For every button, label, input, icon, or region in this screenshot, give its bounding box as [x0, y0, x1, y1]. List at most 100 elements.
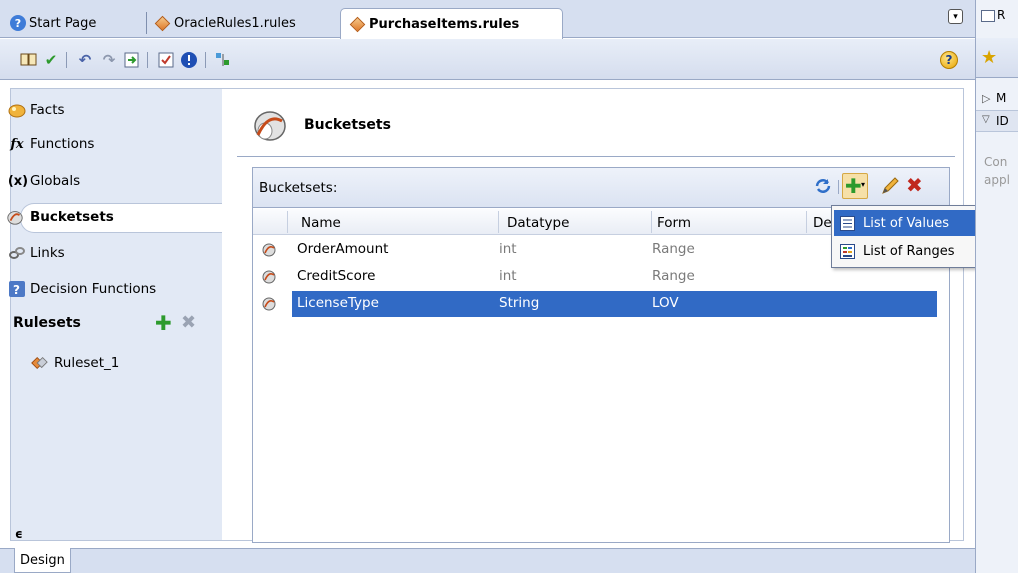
cell-name: CreditScore	[297, 268, 376, 284]
sidebar-item-links[interactable]: Links	[9, 242, 65, 264]
tab-label: PurchaseItems.rules	[369, 16, 520, 32]
list-of-values-icon	[840, 215, 855, 231]
tab-design[interactable]: Design	[14, 548, 71, 573]
globals-icon: (x)	[7, 173, 29, 189]
page-title: Bucketsets	[304, 117, 391, 133]
cell-form: Range	[652, 268, 695, 284]
delete-icon[interactable]: ✖	[906, 174, 923, 196]
dictionary-icon[interactable]	[20, 51, 38, 69]
column-header-description[interactable]: De	[813, 215, 832, 231]
add-icon: ✚	[845, 174, 862, 198]
editor-tab-strip: ? Start Page OracleRules1.rules Purchase…	[0, 0, 975, 39]
collapse-sidebar-icon[interactable]: ϵ	[15, 527, 23, 541]
sidebar-item-decision-functions[interactable]: ? Decision Functions	[9, 278, 157, 300]
editor-bottom-tabs	[0, 548, 975, 573]
cell-datatype: int	[499, 268, 517, 284]
right-toolbar: ★	[976, 38, 1018, 78]
tree-node-row[interactable]: ▽ ID	[976, 110, 1018, 132]
hint-text-fragment: appl	[984, 173, 1010, 187]
cell-form: LOV	[652, 295, 679, 311]
toolbar-separator	[66, 52, 67, 68]
menu-item-label: List of Ranges	[863, 243, 955, 259]
links-icon	[8, 244, 26, 262]
expand-icon[interactable]: ▷	[982, 92, 990, 105]
hint-text-fragment: Con	[984, 155, 1008, 169]
column-separator	[498, 211, 499, 233]
info-icon[interactable]	[180, 51, 198, 69]
help-circle-icon: ?	[10, 15, 26, 31]
column-header-datatype[interactable]: Datatype	[507, 215, 569, 231]
tab-label: Start Page	[29, 15, 97, 31]
sidebar-item-label: Decision Functions	[30, 281, 157, 297]
title-divider	[237, 156, 955, 157]
bucketsets-icon	[6, 208, 24, 226]
bucketsets-large-icon	[250, 105, 288, 145]
cell-form: Range	[652, 241, 695, 257]
tab-start-page[interactable]: ? Start Page	[2, 8, 104, 38]
add-dropdown-button[interactable]: ✚ ▾	[842, 173, 868, 199]
decision-functions-icon: ?	[8, 280, 26, 298]
refresh-icon[interactable]	[813, 176, 833, 196]
bucketset-row-icon	[261, 268, 277, 284]
new-folder-icon[interactable]: ★	[981, 47, 997, 68]
redo-icon[interactable]: ↷	[100, 51, 118, 69]
cell-name: OrderAmount	[297, 241, 389, 257]
export-icon[interactable]	[123, 51, 141, 69]
sidebar-item-label: Links	[30, 245, 65, 261]
sidebar-item-globals[interactable]: (x) Globals	[8, 170, 81, 192]
help-icon[interactable]: ?	[940, 51, 958, 69]
sidebar-item-label: Ruleset_1	[54, 355, 120, 371]
sidebar-item-functions[interactable]: fx Functions	[10, 133, 95, 155]
column-separator	[287, 211, 288, 233]
row-icon-cell	[253, 291, 292, 317]
ruleset-icon	[30, 354, 48, 372]
chevron-down-icon: ▾	[861, 180, 866, 189]
panel-title-fragment: R	[997, 8, 1006, 22]
tab-purchaseitems[interactable]: PurchaseItems.rules	[340, 8, 563, 39]
diamond-icon	[154, 15, 171, 31]
edit-icon[interactable]	[880, 176, 900, 196]
tab-oraclerules1[interactable]: OracleRules1.rules	[146, 8, 304, 38]
test-icon[interactable]	[157, 51, 175, 69]
tab-list-dropdown-button[interactable]: ▾	[948, 9, 963, 24]
column-header-form[interactable]: Form	[657, 215, 691, 231]
undo-icon[interactable]: ↶	[76, 51, 94, 69]
toolbar-separator	[147, 52, 148, 68]
sidebar-item-label: Bucketsets	[30, 209, 114, 225]
tree-node-fragment[interactable]: M	[996, 91, 1006, 105]
table-row-selected[interactable]: LicenseType String LOV	[292, 291, 937, 317]
sidebar-item-facts[interactable]: Facts	[8, 99, 65, 121]
column-header-name[interactable]: Name	[301, 215, 341, 231]
add-ruleset-icon[interactable]: ✚	[155, 313, 172, 333]
rulesets-heading: Rulesets	[13, 315, 81, 331]
toolbar-separator	[205, 52, 206, 68]
compare-icon[interactable]	[214, 51, 232, 69]
cell-datatype: String	[499, 295, 540, 311]
facts-icon	[8, 101, 26, 119]
sidebar-item-label: Functions	[30, 136, 95, 152]
svg-text:?: ?	[13, 283, 20, 297]
sidebar-item-label: Globals	[30, 173, 81, 189]
right-side-panel: R ★ ▷ M ▽ ID Con appl	[975, 0, 1018, 573]
action-separator	[838, 180, 839, 194]
sidebar-item-bucketsets[interactable]: Bucketsets	[7, 206, 114, 228]
tab-label: OracleRules1.rules	[174, 15, 296, 31]
validate-check-icon[interactable]: ✔	[42, 51, 60, 69]
bucketset-row-icon	[261, 295, 277, 311]
functions-icon: fx	[10, 136, 24, 152]
column-separator	[651, 211, 652, 233]
panel-label: Bucketsets:	[259, 180, 338, 196]
tree-node-fragment: ID	[996, 114, 1009, 128]
list-of-ranges-icon	[840, 243, 855, 259]
editor-toolbar: ✔ ↶ ↷	[0, 39, 975, 80]
cell-name: LicenseType	[297, 295, 379, 311]
diamond-icon	[349, 16, 366, 32]
column-separator	[806, 211, 807, 233]
cell-datatype: int	[499, 241, 517, 257]
delete-ruleset-icon[interactable]: ✖	[181, 314, 196, 332]
tab-separator	[146, 12, 147, 34]
bucketset-row-icon	[261, 241, 277, 257]
sidebar-item-ruleset-1[interactable]: Ruleset_1	[31, 352, 120, 374]
collapse-icon[interactable]: ▽	[982, 114, 990, 125]
resource-icon	[981, 10, 995, 22]
